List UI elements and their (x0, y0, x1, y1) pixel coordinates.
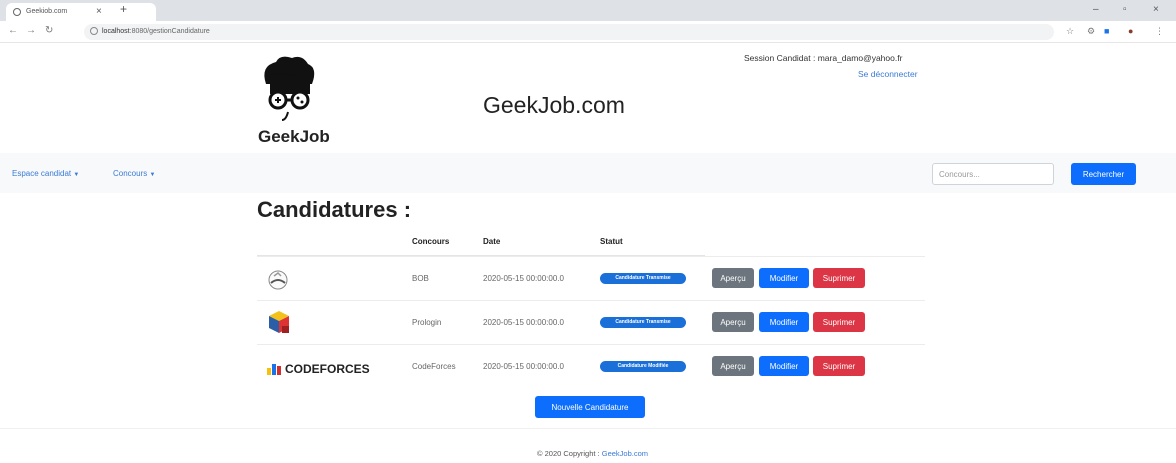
table-header: Concours Date Statut (257, 226, 705, 256)
nav-espace-candidat-label: Espace candidat (12, 169, 72, 178)
cell-concours: CodeForces (412, 362, 456, 371)
column-header-date: Date (483, 237, 501, 246)
table-row: BOB 2020-05-15 00:00:00.0 Candidature Tr… (257, 256, 925, 300)
supprimer-button[interactable]: Suprimer (813, 312, 865, 332)
nav-concours[interactable]: Concours ▼ (113, 169, 155, 178)
modifier-button[interactable]: Modifier (759, 356, 809, 376)
supprimer-button[interactable]: Suprimer (813, 356, 865, 376)
bob-logo-icon (268, 270, 288, 290)
search-button[interactable]: Rechercher (1071, 163, 1136, 185)
status-badge: Candidature Transmise (600, 317, 686, 328)
caret-down-icon: ▼ (73, 172, 80, 178)
reload-icon[interactable]: ↻ (45, 25, 53, 36)
forward-arrow-icon[interactable]: → (26, 25, 36, 36)
codeforces-logo-text: CODEFORCES (285, 362, 370, 376)
new-candidature-button[interactable]: Nouvelle Candidature (535, 396, 645, 418)
table-row: Prologin 2020-05-15 00:00:00.0 Candidatu… (257, 300, 925, 344)
cell-date: 2020-05-15 00:00:00.0 (483, 274, 564, 283)
profile-avatar-icon[interactable]: ● (1128, 26, 1133, 36)
search-input[interactable]: Concours... (932, 163, 1054, 185)
prologin-logo-icon (269, 311, 289, 333)
url-path: :8080/gestionCandidature (129, 28, 210, 35)
browser-tab-bar: Geekiob.com × + – ▫ × (0, 0, 1176, 21)
footer: © 2020 Copyright : GeekJob.com (0, 428, 1176, 463)
nav-concours-label: Concours (113, 169, 148, 178)
modifier-button[interactable]: Modifier (759, 312, 809, 332)
menu-dots-icon[interactable]: ⋮ (1155, 26, 1164, 37)
nav-espace-candidat[interactable]: Espace candidat ▼ (12, 169, 79, 178)
cell-concours: Prologin (412, 318, 442, 327)
apercu-button[interactable]: Aperçu (712, 312, 754, 332)
star-icon[interactable]: ☆ (1066, 26, 1074, 37)
extension-icon[interactable]: ⚙ (1087, 26, 1095, 37)
column-header-concours: Concours (412, 237, 450, 246)
main-navbar: Espace candidat ▼ Concours ▼ Concours...… (0, 153, 1176, 193)
minimize-button[interactable]: – (1093, 4, 1099, 15)
maximize-button[interactable]: ▫ (1123, 4, 1127, 15)
browser-tab-title: Geekiob.com (26, 8, 68, 15)
bar-chart-icon (267, 364, 281, 375)
session-info: Session Candidat : mara_damo@yahoo.fr (744, 53, 903, 63)
back-arrow-icon[interactable]: ← (8, 25, 18, 36)
geek-logo-icon (264, 56, 315, 121)
modifier-button[interactable]: Modifier (759, 268, 809, 288)
address-bar: ← → ↻ localhost:8080/gestionCandidature (0, 21, 1176, 43)
logo-text: GeekJob (258, 127, 330, 146)
url-host: localhost (102, 28, 130, 35)
supprimer-button[interactable]: Suprimer (813, 268, 865, 288)
close-tab-icon[interactable]: × (96, 6, 102, 17)
url-field[interactable]: localhost:8080/gestionCandidature (84, 24, 1054, 40)
window-close-button[interactable]: × (1153, 4, 1159, 15)
extension-blue-icon[interactable]: ■ (1104, 26, 1109, 36)
globe-icon (13, 8, 21, 16)
apercu-button[interactable]: Aperçu (712, 356, 754, 376)
apercu-button[interactable]: Aperçu (712, 268, 754, 288)
footer-text: © 2020 Copyright : GeekJob.com (537, 449, 648, 458)
footer-link[interactable]: GeekJob.com (602, 449, 648, 458)
logout-link[interactable]: Se déconnecter (858, 69, 918, 79)
browser-tab[interactable]: Geekiob.com × (6, 3, 156, 21)
copyright-text: © 2020 Copyright : (537, 449, 600, 458)
cell-date: 2020-05-15 00:00:00.0 (483, 318, 564, 327)
column-header-statut: Statut (600, 237, 623, 246)
status-badge: Candidature Transmise (600, 273, 686, 284)
table-row: CODEFORCES CodeForces 2020-05-15 00:00:0… (257, 344, 925, 388)
cell-date: 2020-05-15 00:00:00.0 (483, 362, 564, 371)
caret-down-icon: ▼ (149, 172, 156, 178)
info-icon (90, 27, 98, 35)
codeforces-logo: CODEFORCES (267, 361, 397, 377)
new-tab-button[interactable]: + (120, 2, 127, 16)
status-badge: Candidature Modifiée (600, 361, 686, 372)
site-title: GeekJob.com (483, 92, 625, 118)
cell-concours: BOB (412, 274, 429, 283)
page-title: Candidatures : (257, 197, 412, 222)
